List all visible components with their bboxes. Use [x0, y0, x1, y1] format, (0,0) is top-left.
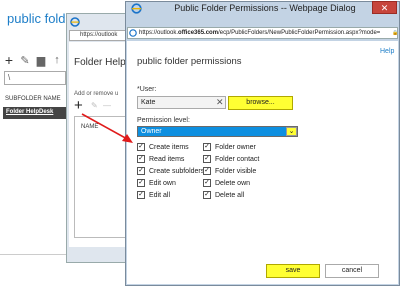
- checkbox-icon[interactable]: ✓: [203, 143, 211, 151]
- checkbox-icon[interactable]: ✓: [137, 167, 145, 175]
- edit-icon[interactable]: ✎: [91, 101, 98, 110]
- permission-level-label: Permission level:: [137, 117, 190, 124]
- save-button[interactable]: save: [266, 264, 320, 278]
- clear-icon[interactable]: ✕: [216, 97, 224, 108]
- checkbox-create-subfolders[interactable]: ✓ Create subfolders: [137, 167, 204, 175]
- checkbox-read-items[interactable]: ✓ Read items: [137, 155, 184, 163]
- checkbox-label: Folder contact: [215, 155, 260, 163]
- checkbox-icon[interactable]: ✓: [203, 179, 211, 187]
- checkbox-icon[interactable]: ✓: [137, 191, 145, 199]
- address-host: office365.com: [178, 30, 219, 36]
- checkbox-label: Read items: [149, 155, 185, 163]
- permission-level-select[interactable]: Owner: [137, 126, 298, 137]
- remove-icon[interactable]: —: [103, 101, 111, 110]
- chevron-down-icon[interactable]: ⌄: [286, 127, 297, 136]
- checkbox-label: Delete own: [215, 179, 251, 187]
- close-button[interactable]: ✕: [372, 1, 397, 14]
- checkbox-icon[interactable]: ✓: [203, 167, 211, 175]
- address-path: /ecp/PublicFolders/NewPublicFolderPermis…: [218, 30, 381, 36]
- checkbox-icon[interactable]: ✓: [137, 155, 145, 163]
- ie-icon: [131, 3, 142, 14]
- edit-icon[interactable]: ✎: [20, 54, 30, 67]
- checkbox-icon[interactable]: ✓: [203, 155, 211, 163]
- address-bar[interactable]: https://outlook.office365.com/ecp/Public…: [127, 27, 398, 39]
- checkbox-delete-all[interactable]: ✓ Delete all: [203, 191, 244, 199]
- permissions-list: [74, 116, 127, 238]
- add-icon[interactable]: +: [74, 98, 83, 113]
- checkbox-label: Edit own: [149, 179, 176, 187]
- checkbox-label: Delete all: [215, 191, 245, 199]
- page-icon: [129, 29, 137, 37]
- search-input[interactable]: \: [4, 71, 66, 85]
- row-folder-name: Folder HelpDesk: [6, 109, 54, 115]
- add-icon[interactable]: +: [4, 52, 14, 68]
- checkbox-icon[interactable]: ✓: [137, 179, 145, 187]
- checkbox-icon[interactable]: ✓: [137, 143, 145, 151]
- checkbox-delete-own[interactable]: ✓ Delete own: [203, 179, 250, 187]
- help-link[interactable]: Help: [380, 48, 394, 55]
- browse-button[interactable]: browse...: [228, 96, 293, 110]
- address-bar[interactable]: https://outlook: [69, 30, 129, 41]
- cancel-button[interactable]: cancel: [325, 264, 379, 278]
- column-header-subfolder-name[interactable]: SUBFOLDER NAME: [5, 96, 61, 102]
- checkbox-create-items[interactable]: ✓ Create items: [137, 143, 189, 151]
- delete-icon[interactable]: ▆: [36, 54, 46, 67]
- column-header-name[interactable]: NAME: [81, 124, 98, 130]
- dialog-heading: public folder permissions: [137, 56, 242, 67]
- address-prefix: https://outlook.: [139, 30, 179, 36]
- checkbox-label: Create items: [149, 143, 189, 151]
- checkbox-folder-visible[interactable]: ✓ Folder visible: [203, 167, 256, 175]
- checkbox-folder-contact[interactable]: ✓ Folder contact: [203, 155, 259, 163]
- user-label: *User:: [137, 86, 157, 93]
- ie-icon: [70, 17, 80, 27]
- checkbox-label: Edit all: [149, 191, 171, 199]
- checkbox-edit-all[interactable]: ✓ Edit all: [137, 191, 170, 199]
- table-row[interactable]: Folder HelpDesk: [3, 107, 66, 119]
- lock-icon: 🔒: [392, 30, 399, 36]
- checkbox-folder-owner[interactable]: ✓ Folder owner: [203, 143, 256, 151]
- checkbox-label: Folder visible: [215, 167, 257, 175]
- user-field[interactable]: Kate: [137, 96, 226, 109]
- window-heading: Folder Help: [74, 57, 126, 68]
- checkbox-label: Folder owner: [215, 143, 256, 151]
- dialog-title: Public Folder Permissions -- Webpage Dia…: [174, 3, 356, 13]
- checkbox-label: Create subfolders: [149, 167, 205, 175]
- checkbox-edit-own[interactable]: ✓ Edit own: [137, 179, 176, 187]
- move-up-icon[interactable]: ↑: [52, 54, 62, 66]
- checkbox-icon[interactable]: ✓: [203, 191, 211, 199]
